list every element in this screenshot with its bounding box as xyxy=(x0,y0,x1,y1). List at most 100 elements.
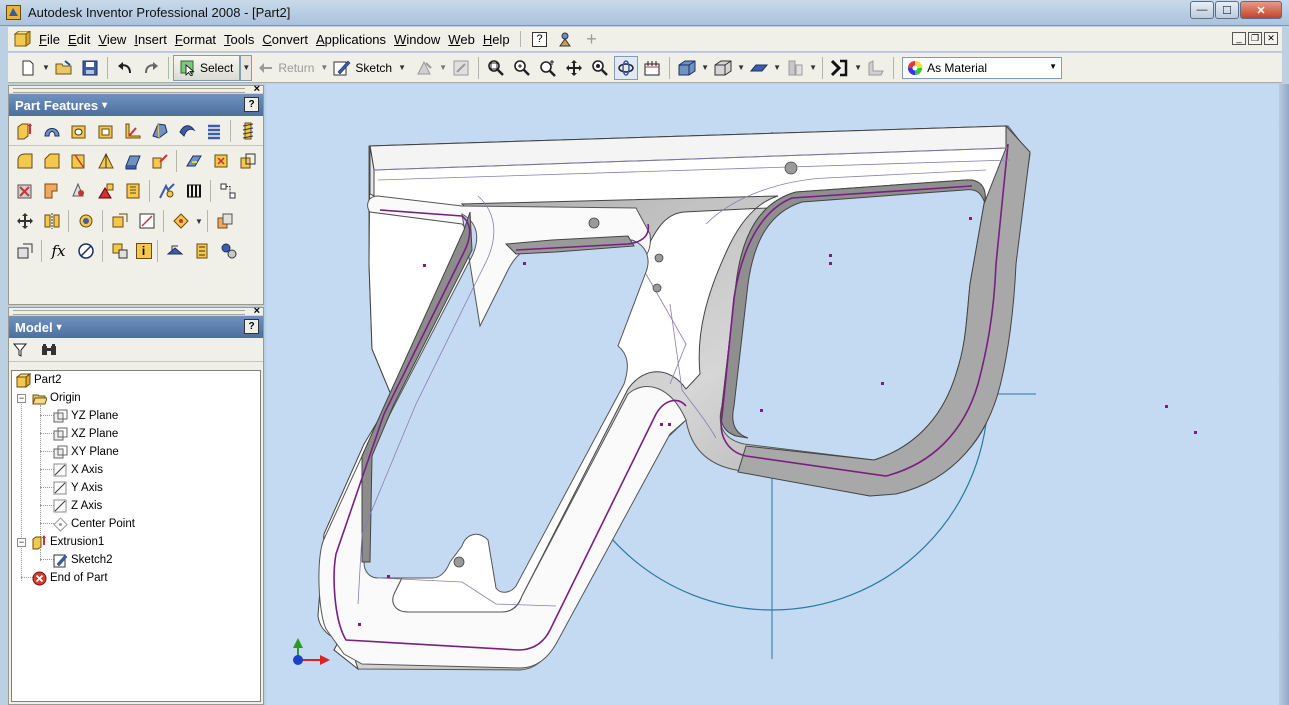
extrusion-collapse-toggle[interactable]: − xyxy=(17,538,26,547)
tree-item-sketch[interactable]: Sketch2 xyxy=(53,552,113,568)
zoom-window-icon[interactable] xyxy=(510,56,534,80)
zoom-all-icon[interactable] xyxy=(484,56,508,80)
emboss-icon[interactable] xyxy=(183,150,205,172)
pan-icon[interactable] xyxy=(562,56,586,80)
work-axis-icon[interactable] xyxy=(75,210,97,232)
ifeature-icon[interactable] xyxy=(191,240,213,262)
filter-icon[interactable] xyxy=(13,343,27,357)
info-icon[interactable]: i xyxy=(135,243,152,259)
work-plane-icon[interactable] xyxy=(41,210,63,232)
find-binoculars-icon[interactable] xyxy=(41,343,57,357)
tree-item-xz-plane[interactable]: XZ Plane xyxy=(53,426,118,442)
pattern-icon[interactable] xyxy=(156,180,178,202)
hole-icon[interactable] xyxy=(68,120,90,142)
doc-minimize-button[interactable]: _ xyxy=(1232,32,1246,45)
ucs-icon[interactable] xyxy=(136,210,158,232)
model-help-icon[interactable]: ? xyxy=(244,319,259,334)
ground-plane-dropdown-arrow[interactable]: ▼ xyxy=(772,56,782,80)
sketch-button[interactable]: Sketch xyxy=(333,56,396,80)
loft-icon[interactable] xyxy=(149,120,171,142)
work-point-dropdown-icon[interactable] xyxy=(170,210,192,232)
parameters-fx-icon[interactable]: fx xyxy=(48,240,70,262)
tree-item-y-axis[interactable]: Y Axis xyxy=(53,480,103,496)
menu-applications[interactable]: Applications xyxy=(312,32,390,47)
part-features-header[interactable]: Part Features ▾ ? xyxy=(9,94,263,116)
tree-item-z-axis[interactable]: Z Axis xyxy=(53,498,102,514)
add-icon[interactable]: + xyxy=(583,29,601,49)
tree-item-yz-plane[interactable]: YZ Plane xyxy=(53,408,118,424)
sketch-dropdown-arrow[interactable]: ▼ xyxy=(397,56,407,80)
new-dropdown-arrow[interactable]: ▼ xyxy=(41,56,51,80)
panel-grip[interactable]: × xyxy=(9,83,263,95)
analysis-dropdown-arrow[interactable]: ▼ xyxy=(853,56,863,80)
update-icon[interactable] xyxy=(413,56,437,80)
doc-close-button[interactable]: ✕ xyxy=(1264,32,1278,45)
tree-item-xy-plane[interactable]: XY Plane xyxy=(53,444,119,460)
menu-file[interactable]: File xyxy=(35,32,64,47)
menu-insert[interactable]: Insert xyxy=(130,32,171,47)
select-dropdown-arrow[interactable]: ▼ xyxy=(240,54,253,81)
derived-component-icon[interactable] xyxy=(14,240,36,262)
help-topics-icon[interactable]: ? xyxy=(531,30,549,48)
work-point-icon[interactable] xyxy=(109,210,131,232)
face-draft-icon[interactable] xyxy=(68,150,90,172)
analysis-icon[interactable] xyxy=(828,56,852,80)
tree-item-center-point[interactable]: Center Point xyxy=(53,516,135,532)
measure-icon[interactable] xyxy=(75,240,97,262)
material-dropdown-arrow[interactable]: ▼ xyxy=(1049,62,1057,71)
doc-restore-button[interactable]: ❐ xyxy=(1248,32,1262,45)
bend-part-icon[interactable] xyxy=(122,180,144,202)
chamfer-icon[interactable] xyxy=(41,150,63,172)
close-button[interactable]: ✕ xyxy=(1240,1,1282,19)
origin-collapse-toggle[interactable]: − xyxy=(17,394,26,403)
select-button[interactable]: Select xyxy=(173,54,241,81)
menu-tools[interactable]: Tools xyxy=(220,32,258,47)
display-mode-dropdown-arrow[interactable]: ▼ xyxy=(700,56,710,80)
move-face-icon[interactable] xyxy=(149,150,171,172)
sculpt-icon[interactable] xyxy=(68,180,90,202)
user-pointer-icon[interactable] xyxy=(557,30,575,48)
publish-icon[interactable] xyxy=(164,240,186,262)
coil-icon[interactable] xyxy=(203,120,225,142)
redo-icon[interactable] xyxy=(139,56,163,80)
minimize-button[interactable]: — xyxy=(1190,1,1214,19)
reflections-dropdown-arrow[interactable]: ▼ xyxy=(808,56,818,80)
return-dropdown-arrow[interactable]: ▼ xyxy=(319,56,329,80)
material-color-select[interactable]: As Material ▼ xyxy=(902,56,1063,79)
decal-icon[interactable] xyxy=(210,150,232,172)
split-icon[interactable] xyxy=(95,150,117,172)
sweep-icon[interactable] xyxy=(176,120,198,142)
menu-edit[interactable]: Edit xyxy=(64,32,94,47)
update-dropdown-arrow[interactable]: ▼ xyxy=(438,56,448,80)
panel-grip[interactable]: × xyxy=(9,305,263,317)
create-ipart-icon[interactable] xyxy=(109,240,131,262)
fillet-icon[interactable] xyxy=(14,150,36,172)
view-cube-icon[interactable] xyxy=(675,56,699,80)
new-document-icon[interactable] xyxy=(16,56,40,80)
shaded-display-icon[interactable] xyxy=(711,56,735,80)
return-button[interactable]: Return xyxy=(258,56,318,80)
copy-object-icon[interactable] xyxy=(95,180,117,202)
delete-face-icon[interactable] xyxy=(14,180,36,202)
panel-menu-arrow[interactable]: ▾ xyxy=(102,100,107,111)
tree-item-extrusion[interactable]: Extrusion1 xyxy=(32,534,104,550)
extrude-icon[interactable] xyxy=(14,120,36,142)
zoom-selected-icon[interactable] xyxy=(588,56,612,80)
section-view-icon[interactable] xyxy=(864,56,888,80)
menu-convert[interactable]: Convert xyxy=(258,32,312,47)
thread-icon[interactable] xyxy=(237,120,259,142)
look-at-icon[interactable] xyxy=(640,56,664,80)
replace-face-icon[interactable] xyxy=(41,180,63,202)
maximize-button[interactable]: ☐ xyxy=(1215,1,1239,19)
reflections-icon[interactable] xyxy=(783,56,807,80)
menu-view[interactable]: View xyxy=(94,32,130,47)
promote-icon[interactable] xyxy=(214,210,236,232)
save-icon[interactable] xyxy=(78,56,102,80)
tree-item-origin[interactable]: Origin xyxy=(32,390,81,406)
derive-icon[interactable] xyxy=(237,150,259,172)
panel-menu-arrow[interactable]: ▾ xyxy=(57,322,62,333)
thicken-icon[interactable] xyxy=(122,150,144,172)
menu-help[interactable]: Help xyxy=(479,32,514,47)
revolve-icon[interactable] xyxy=(41,120,63,142)
menu-window[interactable]: Window xyxy=(390,32,444,47)
